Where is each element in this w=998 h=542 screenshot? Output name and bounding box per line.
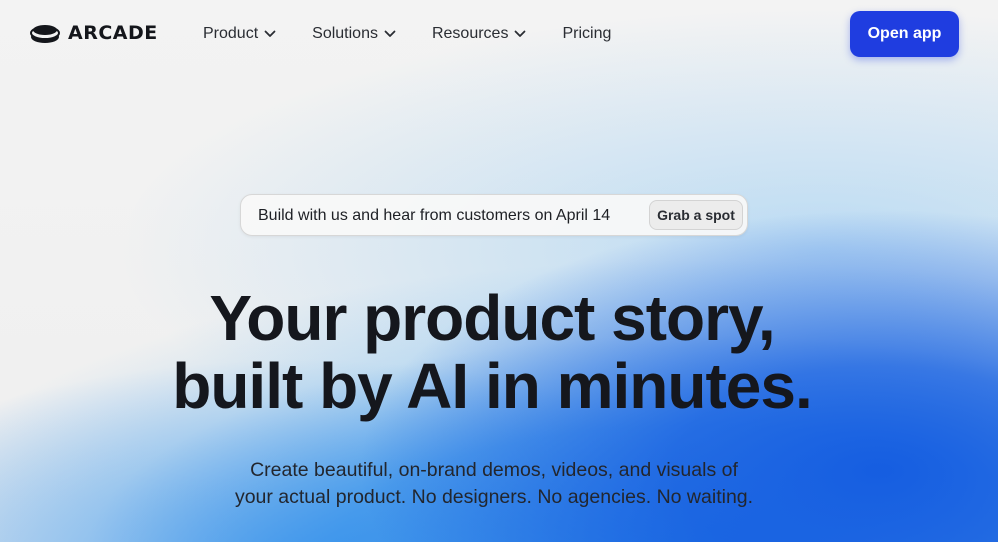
nav-item-label: Solutions [312,25,378,42]
chevron-down-icon [384,30,396,37]
chevron-down-icon [515,30,526,37]
stacked-disc-logo-icon [30,25,60,43]
grab-a-spot-button[interactable]: Grab a spot [649,200,743,230]
main-nav: Product Solutions Resources Pricing [203,24,647,44]
nav-item-solutions[interactable]: Solutions [312,24,396,44]
nav-item-label: Resources [431,25,509,42]
brand-name: ARCADE [68,22,158,44]
nav-item-product[interactable]: Product [203,24,276,44]
nav-item-resources[interactable]: Resources [432,24,526,44]
open-app-button[interactable]: Open app [850,11,959,57]
site-header: ARCADE Product Solutions Resources Prici… [0,0,998,70]
nav-item-pricing[interactable]: Pricing [562,24,611,44]
hero-title: Your product story, built by AI in minut… [0,284,984,420]
hero-title-line-2: built by AI in minutes. [172,350,813,422]
hero-title-line-1: Your product story, [209,282,775,354]
announcement-text: Build with us and hear from customers on… [258,207,611,224]
chevron-down-icon [264,30,276,37]
brand-logo[interactable]: ARCADE [30,22,158,44]
nav-item-label: Pricing [562,25,612,42]
hero-subtitle-line-2: your actual product. No designers. No ag… [234,486,754,508]
nav-item-label: Product [203,25,259,42]
hero-subtitle: Create beautiful, on-brand demos, videos… [0,457,988,511]
hero-subtitle-line-1: Create beautiful, on-brand demos, videos… [250,459,738,481]
announcement-banner[interactable]: Build with us and hear from customers on… [240,194,748,236]
